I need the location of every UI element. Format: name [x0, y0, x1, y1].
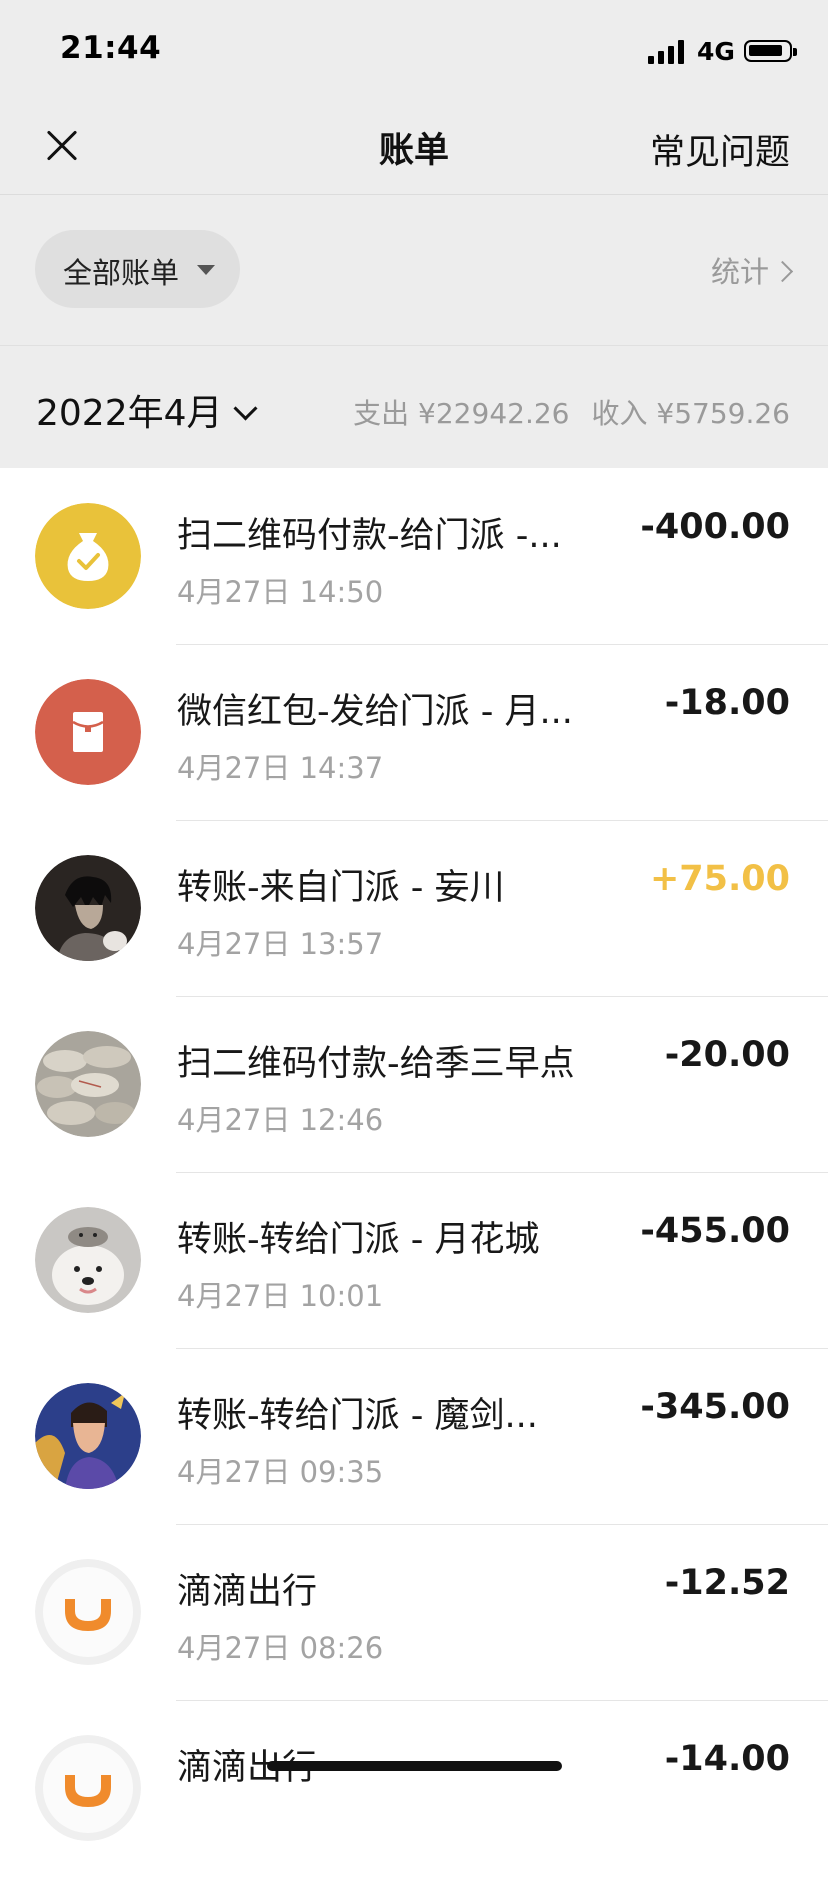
didi-logo-icon — [35, 1735, 141, 1841]
caret-down-icon — [197, 265, 215, 275]
anime-character-avatar — [35, 855, 141, 961]
transaction-row[interactable]: 转账-转给门派 - 月花城 4月27日 10:01 -455.00 — [0, 1173, 828, 1349]
transaction-list: 扫二维码付款-给门派 -... 4月27日 14:50 -400.00 微信红包… — [0, 469, 828, 1877]
transaction-amount: -400.00 — [640, 507, 790, 547]
status-bar: 21:44 4G — [0, 0, 828, 96]
transaction-time: 4月27日 14:50 — [177, 575, 384, 609]
transaction-title: 转账-来自门派 - 妄川 — [177, 868, 505, 908]
transaction-row[interactable]: 扫二维码付款-给门派 -... 4月27日 14:50 -400.00 — [0, 469, 828, 645]
money-bag-icon — [35, 503, 141, 609]
transaction-row[interactable]: 转账-转给门派 - 魔剑... 4月27日 09:35 -345.00 — [0, 1349, 828, 1525]
signal-icon — [648, 40, 684, 64]
flour-sacks-avatar — [35, 1031, 141, 1137]
month-summary: 支出 ¥22942.26 收入 ¥5759.26 — [353, 392, 790, 432]
transaction-row[interactable]: 转账-来自门派 - 妄川 4月27日 13:57 +75.00 — [0, 821, 828, 997]
transaction-time: 4月27日 08:26 — [177, 1631, 384, 1665]
red-packet-icon — [35, 679, 141, 785]
transaction-amount: -20.00 — [664, 1035, 790, 1075]
game-hero-avatar — [35, 1383, 141, 1489]
transaction-row[interactable]: 微信红包-发给门派 - 月... 4月27日 14:37 -18.00 — [0, 645, 828, 821]
bill-filter-label: 全部账单 — [63, 256, 180, 290]
didi-logo-icon — [35, 1559, 141, 1665]
nav-bar: 账单 常见问题 — [0, 96, 828, 195]
chevron-down-icon — [233, 396, 258, 421]
transaction-time: 4月27日 09:35 — [177, 1455, 384, 1489]
transaction-time: 4月27日 12:46 — [177, 1103, 384, 1137]
battery-icon — [744, 40, 797, 62]
transaction-time: 4月27日 10:01 — [177, 1279, 384, 1313]
transaction-row[interactable]: 扫二维码付款-给季三早点 4月27日 12:46 -20.00 — [0, 997, 828, 1173]
month-picker[interactable]: 2022年4月 — [36, 384, 258, 436]
month-label: 2022年4月 — [36, 393, 223, 434]
transaction-amount: -14.00 — [664, 1739, 790, 1779]
transaction-amount: -345.00 — [640, 1387, 790, 1427]
month-header: 2022年4月 支出 ¥22942.26 收入 ¥5759.26 — [0, 346, 828, 468]
home-indicator[interactable] — [267, 1761, 562, 1771]
transaction-title: 扫二维码付款-给季三早点 — [177, 1044, 575, 1084]
transaction-amount: -18.00 — [664, 683, 790, 723]
transaction-title: 滴滴出行 — [177, 1572, 318, 1612]
transaction-amount: +75.00 — [649, 859, 790, 899]
bill-filter-dropdown[interactable]: 全部账单 — [35, 230, 240, 308]
income-total: 收入 ¥5759.26 — [591, 397, 790, 430]
network-type: 4G — [697, 37, 735, 66]
statistics-label: 统计 — [710, 255, 769, 289]
transaction-time: 4月27日 14:37 — [177, 751, 384, 785]
transaction-title: 转账-转给门派 - 魔剑... — [177, 1396, 538, 1436]
transaction-title: 转账-转给门派 - 月花城 — [177, 1220, 540, 1260]
transaction-row[interactable]: 滴滴出行 4月27日 08:26 -12.52 — [0, 1525, 828, 1701]
transaction-title: 扫二维码付款-给门派 -... — [177, 516, 562, 556]
transaction-title: 微信红包-发给门派 - 月... — [177, 692, 573, 732]
statistics-button[interactable]: 统计 — [710, 249, 794, 291]
chevron-right-icon — [771, 260, 794, 283]
transaction-time: 4月27日 13:57 — [177, 927, 384, 961]
transaction-amount: -455.00 — [640, 1211, 790, 1251]
transaction-amount: -12.52 — [664, 1563, 790, 1603]
status-time: 21:44 — [60, 30, 162, 66]
filter-bar: 全部账单 统计 — [0, 195, 828, 346]
dog-with-seal-avatar — [35, 1207, 141, 1313]
faq-button[interactable]: 常见问题 — [650, 124, 790, 175]
expense-total: 支出 ¥22942.26 — [353, 397, 570, 430]
transaction-row[interactable]: 滴滴出行 -14.00 — [0, 1701, 828, 1877]
